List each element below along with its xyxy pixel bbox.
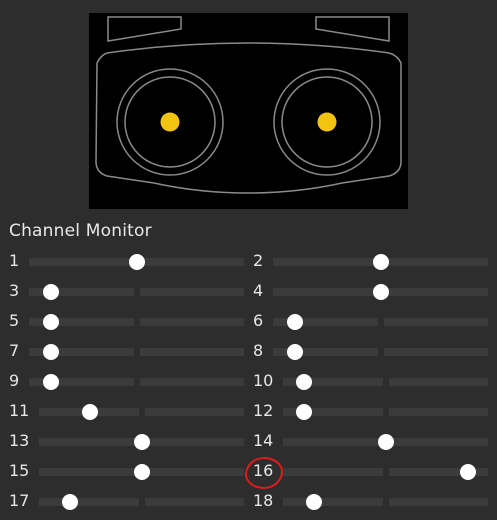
channel-label: 16: [253, 461, 274, 480]
channel-row-8: 8: [253, 336, 491, 366]
channel-level-knob[interactable]: [305, 494, 322, 510]
channel-level-knob[interactable]: [128, 254, 145, 270]
channel-label: 10: [253, 371, 274, 390]
channel-monitor-title: Channel Monitor: [9, 221, 152, 241]
channel-level-track-right: [144, 438, 244, 446]
channel-level-track-right: [388, 378, 488, 386]
channel-level-track-left: [283, 498, 383, 506]
channel-row-11: 11: [9, 396, 247, 426]
channel-level-track-left: [283, 468, 383, 476]
channel-level-knob[interactable]: [133, 464, 150, 480]
channel-level-track-right: [144, 468, 244, 476]
channel-level-knob[interactable]: [295, 374, 312, 390]
channel-row-12: 12: [253, 396, 491, 426]
channel-level-track-right: [139, 378, 244, 386]
left-bumper: [107, 16, 182, 42]
channel-level-knob[interactable]: [286, 344, 303, 360]
channel-level-knob[interactable]: [295, 404, 312, 420]
channel-level-track-right: [139, 288, 244, 296]
channel-row-5: 5: [9, 306, 247, 336]
channel-level-knob[interactable]: [42, 344, 59, 360]
channel-level-track-left: [273, 288, 378, 296]
right-stick-indicator: [317, 112, 337, 132]
channel-level-knob[interactable]: [286, 314, 303, 330]
channel-level-track-right: [388, 438, 488, 446]
channel-row-18: 18: [253, 486, 491, 516]
channel-level-track-left: [39, 468, 139, 476]
channel-level-track-left: [283, 438, 383, 446]
channel-level-track-left: [39, 498, 139, 506]
channel-label: 12: [253, 401, 274, 420]
channel-level-knob[interactable]: [61, 494, 78, 510]
channel-level-knob[interactable]: [42, 314, 59, 330]
controller-visualization: [89, 13, 408, 209]
right-bumper: [315, 16, 390, 42]
channel-row-15: 15: [9, 456, 247, 486]
channel-row-13: 13: [9, 426, 247, 456]
channel-level-track-right: [144, 498, 244, 506]
channel-row-10: 10: [253, 366, 491, 396]
channel-level-knob[interactable]: [372, 254, 389, 270]
channel-row-9: 9: [9, 366, 247, 396]
channel-row-16: 16: [253, 456, 491, 486]
channel-label: 14: [253, 431, 274, 450]
channel-level-knob[interactable]: [377, 434, 394, 450]
channel-level-track-right: [139, 318, 244, 326]
channel-label: 11: [9, 401, 30, 420]
channel-row-3: 3: [9, 276, 247, 306]
channel-row-1: 1: [9, 246, 247, 276]
channel-row-14: 14: [253, 426, 491, 456]
channel-label: 18: [253, 491, 274, 510]
channel-level-knob[interactable]: [42, 284, 59, 300]
controller-body: [95, 42, 402, 194]
channel-row-17: 17: [9, 486, 247, 516]
channel-label: 13: [9, 431, 30, 450]
channel-level-track-right: [139, 348, 244, 356]
channel-row-2: 2: [253, 246, 491, 276]
channel-row-4: 4: [253, 276, 491, 306]
channel-level-knob[interactable]: [133, 434, 150, 450]
channel-level-track-right: [383, 288, 488, 296]
channel-label: 17: [9, 491, 30, 510]
channel-level-knob[interactable]: [459, 464, 476, 480]
channel-level-knob[interactable]: [372, 284, 389, 300]
channel-level-track-right: [383, 318, 488, 326]
controller-outline: [95, 16, 402, 194]
channel-level-track-right: [383, 348, 488, 356]
channel-label: 15: [9, 461, 30, 480]
channel-level-track-right: [388, 498, 488, 506]
channel-level-track-right: [144, 408, 244, 416]
channel-level-knob[interactable]: [82, 404, 99, 420]
channel-level-knob[interactable]: [42, 374, 59, 390]
channel-row-6: 6: [253, 306, 491, 336]
channel-row-7: 7: [9, 336, 247, 366]
channel-level-track-right: [388, 408, 488, 416]
channel-level-track-left: [39, 438, 139, 446]
left-stick-indicator: [160, 112, 180, 132]
